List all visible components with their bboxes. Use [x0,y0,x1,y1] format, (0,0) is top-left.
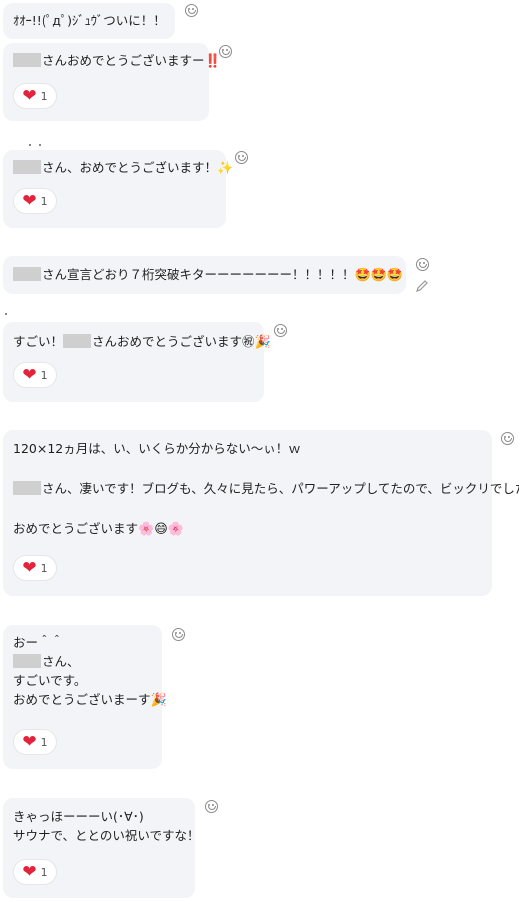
message-text: さんおめでとうございますー‼️ [13,51,221,71]
message-bubble: さん宣言どおり７桁突破キターーーーーーー！！！！！🤩🤩🤩 [3,256,406,294]
message-bubble: さんおめでとうございますー‼️ ❤ 1 [3,43,221,121]
message-text: ｵｵｰ!!(ﾟдﾟ)ｼﾞｭｳﾞついに！！ [13,13,166,28]
reaction-button[interactable]: ❤ 1 [13,83,57,109]
add-reaction-icon[interactable] [235,151,248,164]
redacted-name [13,267,41,281]
add-reaction-icon[interactable] [274,324,287,337]
message-bubble: すごい！ さんおめでとうございます㊗🎉 ❤ 1 [3,322,271,402]
pencil-icon[interactable] [415,279,429,293]
add-reaction-icon[interactable] [416,258,429,271]
heart-icon: ❤ [22,85,37,106]
add-reaction-icon[interactable] [172,628,185,641]
reaction-button[interactable]: ❤ 1 [13,859,57,885]
message-text: すごい！ さんおめでとうございます㊗🎉 [13,334,271,350]
add-reaction-icon[interactable] [205,800,218,813]
heart-icon: ❤ [22,731,37,752]
message-bubble: 120×12ヵ月は、い、いくらか分からない〜ぃ！ｗ さん、凄いです！ブログも、久… [3,430,519,596]
message-text: さん、おめでとうございます！✨ [13,158,233,178]
message-bubble: さん、おめでとうございます！✨ ❤ 1 [3,150,233,228]
message-text: サウナで、ととのい祝いですな！ [13,828,200,843]
redacted-name [13,654,41,668]
add-reaction-icon[interactable] [219,45,232,58]
reaction-button[interactable]: ❤ 1 [13,555,57,581]
redacted-name [13,481,41,495]
heart-icon: ❤ [22,557,37,578]
message-text: おめでとうございます🌸😄🌸 [13,521,184,537]
message-text: 120×12ヵ月は、い、いくらか分からない〜ぃ！ｗ [13,441,301,456]
heart-icon: ❤ [22,190,37,211]
message-text: さん、凄いです！ブログも、久々に見たら、パワーアップしてたので、ビックリでした！ [13,479,519,498]
message-text: さん宣言どおり７桁突破キターーーーーーー！！！！！🤩🤩🤩 [13,265,403,285]
add-reaction-icon[interactable] [501,432,514,445]
reaction-button[interactable]: ❤ 1 [13,729,57,755]
message-bubble: おー＾＾ さん、 すごいです。 おめでとうございまーす🎉 ❤ 1 [3,625,167,769]
message-text: おー＾＾ [13,635,64,650]
message-text: きゃっほーーーい(･∀･) [13,809,144,824]
redacted-name [63,334,92,348]
message-bubble: きゃっほーーーい(･∀･) サウナで、ととのい祝いですな！ ❤ 1 [3,798,200,898]
redacted-name [13,53,41,67]
redacted-name [13,160,41,174]
add-reaction-icon[interactable] [185,4,198,17]
reaction-button[interactable]: ❤ 1 [13,362,57,388]
message-text: すごいです。 [13,673,87,688]
message-text: さん、 [13,652,152,671]
reaction-button[interactable]: ❤ 1 [13,188,57,214]
heart-icon: ❤ [22,364,37,385]
message-bubble: ｵｵｰ!!(ﾟдﾟ)ｼﾞｭｳﾞついに！！ [3,3,175,39]
message-text: おめでとうございまーす🎉 [13,692,167,708]
heart-icon: ❤ [22,861,37,882]
